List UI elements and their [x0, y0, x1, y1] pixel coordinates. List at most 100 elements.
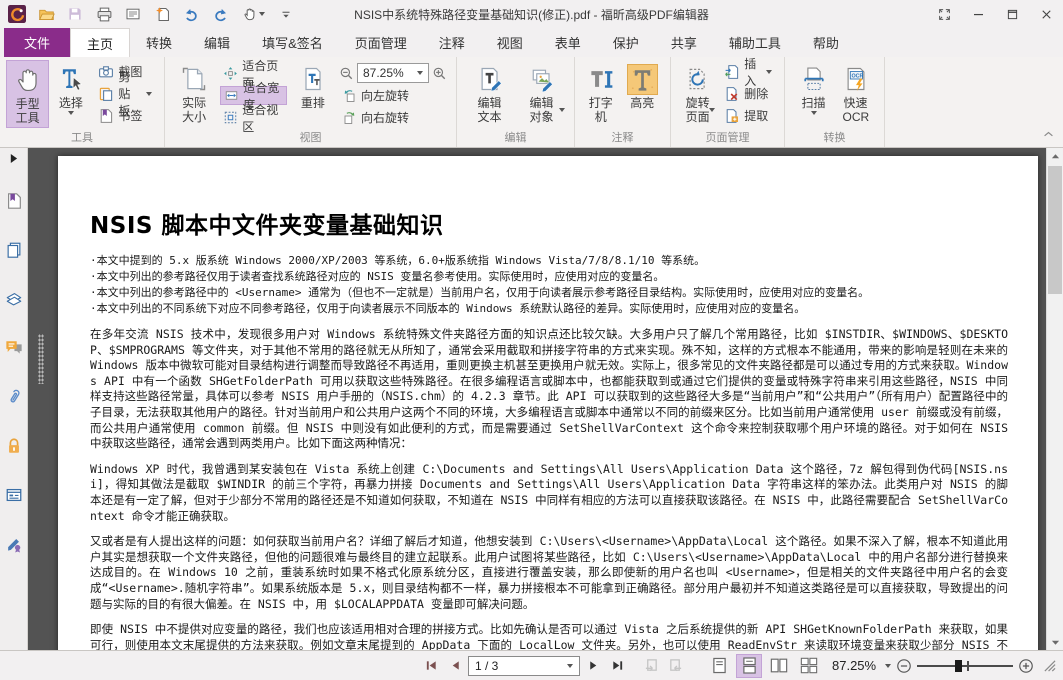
- delete-pages-button[interactable]: 删除: [721, 84, 775, 103]
- edit-object-label: 编辑对象: [529, 96, 555, 124]
- panel-splitter-handle[interactable]: [38, 334, 44, 384]
- reflow-label: 重排: [301, 96, 325, 110]
- document-bullet-list: ·本文中提到的 5.x 版系统 Windows 2000/XP/2003 等系统…: [90, 253, 1008, 317]
- zoom-in-button[interactable]: [432, 66, 447, 81]
- ribbon-group-comment: 打字机 高亮 注释: [575, 57, 671, 147]
- tab-file[interactable]: 文件: [4, 28, 70, 57]
- fit-visible-button[interactable]: 适合视区: [220, 108, 287, 127]
- expand-panel-button[interactable]: [9, 154, 18, 163]
- app-logo-icon[interactable]: [7, 4, 27, 24]
- hand-tool-button[interactable]: 手型工具: [6, 60, 49, 128]
- security-panel-button[interactable]: [4, 436, 24, 456]
- continuous-view-button[interactable]: [736, 654, 762, 678]
- scan-button[interactable]: 扫描: [793, 60, 835, 128]
- tab-organize[interactable]: 页面管理: [339, 28, 423, 57]
- minimize-button[interactable]: [961, 0, 995, 28]
- document-paragraph: Windows XP 时代，我曾遇到某安装包在 Vista 系统上创建 C:\D…: [90, 462, 1008, 524]
- tab-comment[interactable]: 注释: [423, 28, 481, 57]
- ribbon-group-tools: 手型工具 选择 截图 剪贴板 书签: [0, 57, 165, 147]
- page-number-box[interactable]: 1 / 3: [468, 656, 580, 676]
- attachments-panel-button[interactable]: [4, 387, 24, 407]
- restore-button[interactable]: [995, 0, 1029, 28]
- tab-home[interactable]: 主页: [70, 28, 130, 57]
- scroll-up-button[interactable]: [1047, 148, 1063, 164]
- delete-pages-label: 删除: [744, 85, 768, 102]
- document-canvas[interactable]: NSIS 脚本中文件夹变量基础知识 ·本文中提到的 5.x 版系统 Window…: [28, 148, 1046, 650]
- close-button[interactable]: [1029, 0, 1063, 28]
- pdf-page[interactable]: NSIS 脚本中文件夹变量基础知识 ·本文中提到的 5.x 版系统 Window…: [58, 156, 1038, 650]
- previous-page-button[interactable]: [444, 655, 466, 677]
- tab-convert[interactable]: 转换: [130, 28, 188, 57]
- next-page-button[interactable]: [582, 655, 604, 677]
- rotate-right-button[interactable]: 向右旋转: [339, 108, 447, 127]
- actual-size-button[interactable]: 实际大小: [171, 60, 217, 128]
- previous-view-button[interactable]: [640, 655, 662, 677]
- reflow-button[interactable]: 重排: [290, 60, 336, 128]
- layers-panel-button[interactable]: [4, 289, 24, 309]
- extract-pages-button[interactable]: 提取: [721, 106, 775, 125]
- tab-edit[interactable]: 编辑: [188, 28, 246, 57]
- insert-pages-button[interactable]: 插入: [721, 62, 775, 81]
- title-bar: NSIS中系统特殊路径变量基础知识(修正).pdf - 福昕高级PDF编辑器: [0, 0, 1063, 28]
- tab-fill-sign[interactable]: 填写&签名: [246, 28, 339, 57]
- rotate-pages-button[interactable]: 旋转页面: [677, 60, 718, 128]
- status-zoom-out-button[interactable]: [896, 658, 912, 674]
- print-button[interactable]: [94, 4, 114, 24]
- collapse-ribbon-button[interactable]: [1042, 128, 1055, 141]
- signatures-panel-button[interactable]: [4, 534, 24, 554]
- highlight-button[interactable]: 高亮: [621, 60, 664, 128]
- pages-panel-button[interactable]: [4, 240, 24, 260]
- scrollbar-thumb[interactable]: [1048, 166, 1062, 294]
- tab-share[interactable]: 共享: [655, 28, 713, 57]
- navigation-sidebar: [0, 148, 28, 650]
- facing-view-button[interactable]: [766, 654, 792, 678]
- fields-panel-button[interactable]: [4, 485, 24, 505]
- ribbon-group-organize: 旋转页面 插入 删除 提取 页面管理: [671, 57, 785, 147]
- edit-text-button[interactable]: 编辑文本: [464, 60, 516, 128]
- tab-protect[interactable]: 保护: [597, 28, 655, 57]
- next-view-button[interactable]: [664, 655, 686, 677]
- zoom-slider-handle[interactable]: [955, 660, 962, 672]
- single-page-view-button[interactable]: [706, 654, 732, 678]
- save-button[interactable]: [65, 4, 85, 24]
- tab-form[interactable]: 表单: [539, 28, 597, 57]
- new-document-button[interactable]: [152, 4, 172, 24]
- ribbon: 手型工具 选择 截图 剪贴板 书签: [0, 57, 1063, 148]
- customize-toolbar-button[interactable]: [276, 4, 296, 24]
- bookmarks-panel-button[interactable]: [4, 191, 24, 211]
- tab-view[interactable]: 视图: [481, 28, 539, 57]
- scroll-down-button[interactable]: [1047, 634, 1063, 650]
- email-button[interactable]: [123, 4, 143, 24]
- redo-button[interactable]: [210, 4, 230, 24]
- bookmark-button[interactable]: 书签: [95, 106, 155, 125]
- ribbon-group-edit: 编辑文本 编辑对象 编辑: [457, 57, 575, 147]
- first-page-button[interactable]: [420, 655, 442, 677]
- zoom-out-button[interactable]: [339, 66, 354, 81]
- select-icon: [58, 63, 84, 95]
- zoom-dropdown-arrow-icon[interactable]: [885, 664, 891, 668]
- undo-button[interactable]: [181, 4, 201, 24]
- scan-label: 扫描: [801, 96, 825, 110]
- group-label-comment: 注释: [579, 131, 666, 147]
- open-file-button[interactable]: [36, 4, 56, 24]
- zoom-slider[interactable]: [917, 665, 1013, 667]
- quick-ocr-button[interactable]: OCR 快速OCR: [835, 60, 877, 128]
- typewriter-button[interactable]: 打字机: [581, 60, 621, 128]
- rotate-left-button[interactable]: 向左旋转: [339, 86, 447, 105]
- hand-tool-quick-button[interactable]: [239, 4, 267, 24]
- vertical-scrollbar[interactable]: [1046, 148, 1063, 650]
- toggle-ui-button[interactable]: [927, 0, 961, 28]
- tab-accessibility[interactable]: 辅助工具: [713, 28, 797, 57]
- page-indicator: 1 / 3: [475, 659, 498, 673]
- comments-panel-button[interactable]: [4, 338, 24, 358]
- select-tool-button[interactable]: 选择: [49, 60, 92, 128]
- zoom-level-combobox[interactable]: 87.25%: [357, 63, 429, 83]
- edit-object-button[interactable]: 编辑对象: [516, 60, 568, 128]
- clipboard-button[interactable]: 剪贴板: [95, 84, 155, 103]
- tab-help[interactable]: 帮助: [797, 28, 855, 57]
- edit-text-label: 编辑文本: [477, 96, 503, 124]
- status-zoom-in-button[interactable]: [1018, 658, 1034, 674]
- last-page-button[interactable]: [606, 655, 628, 677]
- bookmark-icon: [98, 108, 114, 124]
- continuous-facing-view-button[interactable]: [796, 654, 822, 678]
